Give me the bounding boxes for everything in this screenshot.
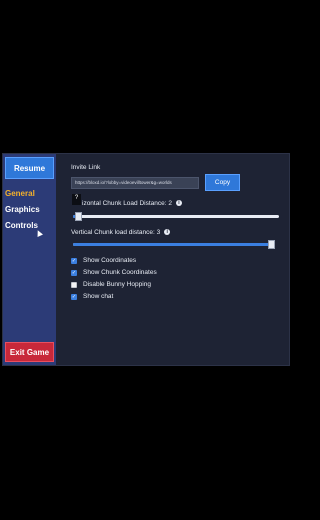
- show-chunk-coordinates-checkbox[interactable]: ✓: [71, 269, 77, 276]
- nav-item-controls[interactable]: Controls: [5, 221, 38, 230]
- show-chat-option[interactable]: ✓ Show chat: [71, 293, 113, 300]
- disable-bunny-hopping-checkbox[interactable]: [71, 281, 77, 288]
- invite-link-field[interactable]: https://bloxd.io/?lobby=videoevilltower&…: [71, 177, 199, 189]
- horizontal-distance-text: izontal Chunk Load Distance: 2: [82, 200, 172, 207]
- vertical-distance-label: Vertical Chunk load distance: 3i: [71, 229, 171, 236]
- settings-content: Invite Link https://bloxd.io/?lobby=vide…: [71, 154, 289, 365]
- disable-bunny-hopping-label: Disable Bunny Hopping: [83, 281, 151, 288]
- show-chunk-coordinates-label: Show Chunk Coordinates: [83, 269, 157, 276]
- invite-link-label: Invite Link: [71, 164, 101, 171]
- copy-button[interactable]: Copy: [205, 174, 240, 191]
- settings-sidebar: Resume General Graphics Controls Exit Ga…: [3, 154, 56, 365]
- tooltip-icon: ?: [72, 194, 81, 205]
- show-coordinates-option[interactable]: ✓ Show Coordinates: [71, 257, 136, 264]
- mouse-cursor-icon: [35, 229, 43, 237]
- exit-game-button[interactable]: Exit Game: [5, 342, 54, 362]
- disable-bunny-hopping-option[interactable]: Disable Bunny Hopping: [71, 281, 151, 288]
- show-chunk-coordinates-option[interactable]: ✓ Show Chunk Coordinates: [71, 269, 157, 276]
- vertical-distance-text: Vertical Chunk load distance: 3: [71, 229, 161, 236]
- horizontal-slider-thumb[interactable]: [75, 212, 82, 221]
- resume-button[interactable]: Resume: [5, 157, 54, 179]
- show-chat-checkbox[interactable]: ✓: [71, 293, 77, 300]
- show-coordinates-checkbox[interactable]: ✓: [71, 257, 77, 264]
- info-icon[interactable]: i: [175, 200, 182, 207]
- vertical-distance-slider[interactable]: [73, 240, 275, 249]
- horizontal-distance-label: izontal Chunk Load Distance: 2i: [82, 200, 182, 207]
- vertical-slider-thumb[interactable]: [268, 240, 275, 249]
- horizontal-distance-slider[interactable]: [73, 212, 279, 221]
- show-coordinates-label: Show Coordinates: [83, 257, 137, 264]
- info-icon[interactable]: i: [164, 229, 171, 236]
- vertical-slider-fill: [73, 243, 271, 246]
- nav-item-graphics[interactable]: Graphics: [5, 205, 40, 214]
- nav-item-general[interactable]: General: [5, 189, 35, 198]
- show-chat-label: Show chat: [83, 293, 114, 300]
- settings-panel: Resume General Graphics Controls Exit Ga…: [2, 153, 290, 366]
